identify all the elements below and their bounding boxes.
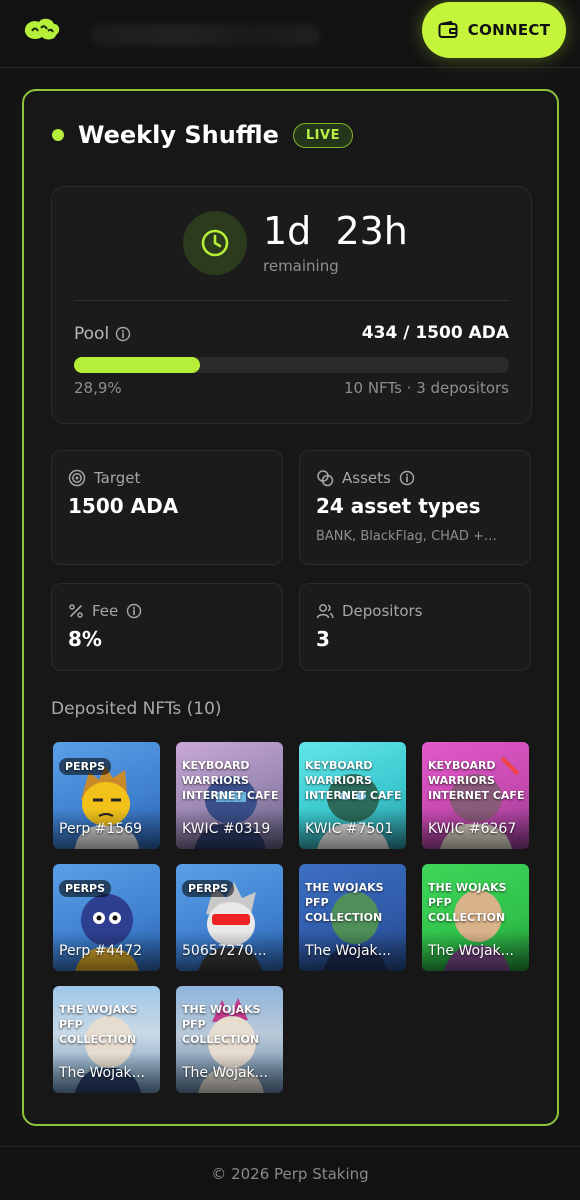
divider bbox=[74, 300, 509, 301]
nft-name: The Wojak... bbox=[182, 1065, 269, 1081]
nft-card[interactable]: THE WOJAKS PFP COLLECTION The Wojak... bbox=[422, 864, 529, 971]
nft-collection: KEYBOARD WARRIORS INTERNET CAFE bbox=[305, 759, 402, 802]
connect-wallet-button[interactable]: CONNECT bbox=[422, 2, 566, 58]
target-label-text: Target bbox=[94, 469, 141, 487]
shuffle-card: Weekly Shuffle LIVE 1d 23h remaining Poo… bbox=[22, 89, 559, 1126]
nft-name: Perp #1569 bbox=[59, 821, 143, 837]
nft-card[interactable]: PERPS 50657270... bbox=[176, 864, 283, 971]
nft-collection: KEYBOARD WARRIORS INTERNET CAFE bbox=[428, 759, 525, 802]
fee-stat: Fee 8% bbox=[51, 583, 283, 671]
connect-label: CONNECT bbox=[467, 21, 551, 39]
nft-card[interactable]: PERPS Perp #1569 bbox=[53, 742, 160, 849]
depositors-stat: Depositors 3 bbox=[299, 583, 531, 671]
depositors-label-text: Depositors bbox=[342, 602, 423, 620]
target-label: Target bbox=[68, 469, 140, 487]
pool-label-text: Pool bbox=[74, 324, 110, 344]
pool-progress-fill bbox=[74, 357, 200, 373]
shuffle-title: Weekly Shuffle bbox=[78, 121, 279, 149]
users-icon bbox=[316, 604, 334, 619]
nft-name: KWIC #6267 bbox=[428, 821, 517, 837]
nft-card[interactable]: KEYBOARD WARRIORS INTERNET CAFE KWIC #62… bbox=[422, 742, 529, 849]
timer-pool-panel: 1d 23h remaining Pool 434 / 1500 ADA 28,… bbox=[51, 186, 532, 424]
top-bar: CONNECT bbox=[0, 0, 580, 68]
time-remaining: 1d 23h bbox=[263, 209, 408, 253]
assets-label: Assets bbox=[316, 469, 415, 487]
nft-card[interactable]: KEYBOARD WARRIORS INTERNET CAFE KWIC #75… bbox=[299, 742, 406, 849]
nft-card[interactable]: THE WOJAKS PFP COLLECTION The Wojak... bbox=[53, 986, 160, 1093]
nft-collection: THE WOJAKS PFP COLLECTION bbox=[59, 1003, 138, 1046]
depositors-label: Depositors bbox=[316, 602, 423, 620]
nft-card[interactable]: THE WOJAKS PFP COLLECTION The Wojak... bbox=[299, 864, 406, 971]
assets-list: BANK, BlackFlag, CHAD +… bbox=[316, 529, 497, 544]
nft-collection: KEYBOARD WARRIORS INTERNET CAFE bbox=[182, 759, 279, 802]
remaining-label: remaining bbox=[263, 257, 339, 275]
fee-value: 8% bbox=[68, 627, 102, 651]
info-icon[interactable] bbox=[126, 603, 142, 619]
perp-logo-icon[interactable] bbox=[22, 16, 62, 42]
target-icon bbox=[68, 469, 86, 487]
info-icon[interactable] bbox=[115, 326, 131, 342]
status-badge: LIVE bbox=[292, 122, 353, 148]
nft-card[interactable]: PERPS Perp #4472 bbox=[53, 864, 160, 971]
nft-name: Perp #4472 bbox=[59, 943, 143, 959]
pool-counts: 10 NFTs · 3 depositors bbox=[343, 379, 509, 397]
blurred-header-text bbox=[90, 24, 320, 46]
nft-collection: PERPS bbox=[59, 758, 112, 775]
live-dot-icon bbox=[52, 129, 64, 141]
pool-label: Pool bbox=[74, 324, 131, 344]
nft-collection: THE WOJAKS PFP COLLECTION bbox=[182, 1003, 261, 1046]
pool-progress-bar bbox=[74, 357, 509, 373]
pool-value: 434 / 1500 ADA bbox=[361, 323, 509, 343]
assets-value: 24 asset types bbox=[316, 494, 481, 518]
nft-card[interactable]: THE WOJAKS PFP COLLECTION The Wojak... bbox=[176, 986, 283, 1093]
nft-collection: THE WOJAKS PFP COLLECTION bbox=[428, 881, 507, 924]
nft-collection: PERPS bbox=[59, 880, 112, 897]
assets-stat: Assets 24 asset types BANK, BlackFlag, C… bbox=[299, 450, 531, 565]
target-stat: Target 1500 ADA bbox=[51, 450, 283, 565]
footer-copyright: © 2026 Perp Staking bbox=[211, 1164, 369, 1183]
info-icon[interactable] bbox=[399, 470, 415, 486]
title-row: Weekly Shuffle LIVE bbox=[52, 121, 353, 149]
fee-label: Fee bbox=[68, 602, 142, 620]
deposited-nfts-heading: Deposited NFTs (10) bbox=[51, 699, 222, 719]
nft-name: KWIC #0319 bbox=[182, 821, 271, 837]
assets-label-text: Assets bbox=[342, 469, 391, 487]
nft-card[interactable]: KEYBOARD WARRIORS INTERNET CAFE KWIC #03… bbox=[176, 742, 283, 849]
fee-label-text: Fee bbox=[92, 602, 119, 620]
nft-name: 50657270... bbox=[182, 943, 267, 959]
nft-name: The Wojak... bbox=[428, 943, 515, 959]
coins-icon bbox=[317, 470, 334, 487]
footer: © 2026 Perp Staking bbox=[0, 1146, 580, 1200]
nft-collection: PERPS bbox=[182, 880, 235, 897]
wallet-icon bbox=[438, 21, 458, 38]
pool-percent: 28,9% bbox=[74, 379, 122, 397]
nft-name: The Wojak... bbox=[305, 943, 392, 959]
target-value: 1500 ADA bbox=[68, 494, 179, 518]
nft-name: The Wojak... bbox=[59, 1065, 146, 1081]
clock-icon bbox=[183, 211, 247, 275]
depositors-value: 3 bbox=[316, 627, 330, 651]
nft-name: KWIC #7501 bbox=[305, 821, 394, 837]
nft-collection: THE WOJAKS PFP COLLECTION bbox=[305, 881, 384, 924]
percent-icon bbox=[69, 604, 83, 618]
